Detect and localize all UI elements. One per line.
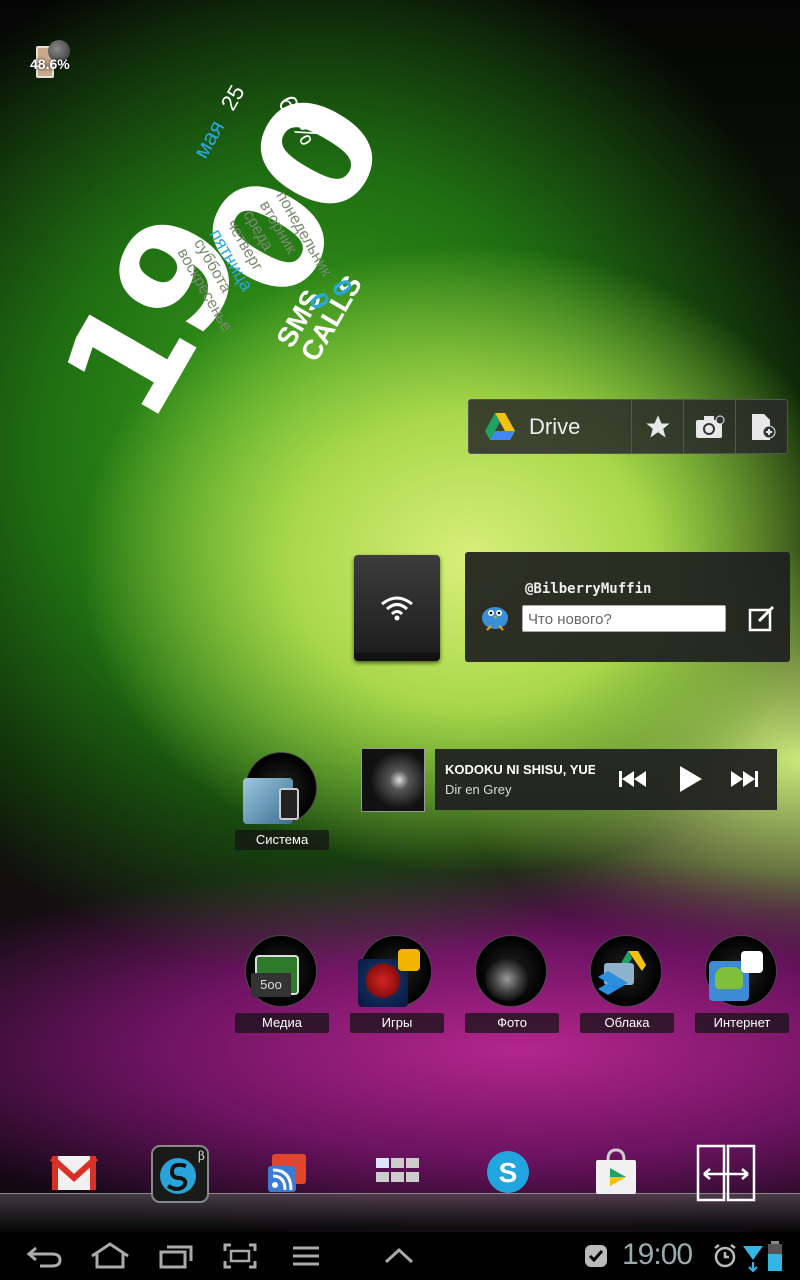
- drive-starred-button[interactable]: [631, 400, 683, 453]
- recent-apps-icon[interactable]: [158, 1242, 194, 1270]
- svg-text:S: S: [499, 1157, 518, 1188]
- camera-plus-icon: [695, 415, 724, 438]
- press-reader-icon[interactable]: [266, 1148, 314, 1196]
- drive-widget[interactable]: Drive: [468, 399, 788, 454]
- folder-label: Облака: [580, 1013, 674, 1033]
- twitter-widget[interactable]: @BilberryMuffin Что нового?: [465, 552, 790, 662]
- app-drawer-icon[interactable]: [374, 1148, 422, 1196]
- drive-title: Drive: [529, 413, 581, 439]
- screenshot-icon[interactable]: [222, 1242, 258, 1270]
- home-icon[interactable]: [88, 1242, 132, 1270]
- drive-logo-icon: [485, 412, 515, 440]
- star-icon: [645, 414, 670, 437]
- android-icon: [715, 967, 743, 989]
- alarm-icon: [714, 1244, 736, 1268]
- wifi-toggle-widget[interactable]: [354, 555, 440, 661]
- afterfocus-icon: [485, 957, 529, 1001]
- compose-icon[interactable]: [747, 604, 777, 634]
- drive-new-doc-button[interactable]: [735, 400, 787, 453]
- status-clock: 19:00: [622, 1238, 693, 1271]
- resize-toggle-icon[interactable]: [696, 1144, 756, 1202]
- wifi-status-bar: [354, 653, 440, 661]
- folder-label: Система: [235, 830, 329, 850]
- 500px-icon: 5oo: [251, 973, 291, 997]
- dropbox-drive-icon: [598, 951, 646, 995]
- talk-app-icon: [741, 951, 763, 973]
- navigation-bar: 19:00: [0, 1232, 800, 1280]
- song-title: KODOKU NI SHISU, YUE NI: [445, 762, 595, 777]
- album-art[interactable]: [361, 748, 425, 812]
- menu-icon[interactable]: [290, 1242, 322, 1270]
- new-document-icon: [751, 413, 775, 440]
- battery-app-icon: [279, 788, 299, 820]
- folder-label: Интернет: [695, 1013, 789, 1033]
- twitter-handle: @BilberryMuffin: [525, 581, 652, 597]
- clock-widget[interactable]: 19 00 мая 25 69% понедельник вторник сре…: [30, 70, 417, 447]
- play-icon[interactable]: [675, 764, 705, 794]
- svg-text:β: β: [198, 1149, 205, 1163]
- chevron-up-icon[interactable]: [382, 1242, 416, 1270]
- artist-name: Dir en Grey: [445, 782, 512, 797]
- drive-camera-button[interactable]: [683, 400, 735, 453]
- swype-beta-icon[interactable]: β: [150, 1144, 212, 1204]
- tweet-input[interactable]: Что нового?: [522, 605, 726, 632]
- dock-shelf: [0, 1193, 800, 1230]
- folder-label: Медиа: [235, 1013, 329, 1033]
- skype-icon[interactable]: S: [484, 1148, 532, 1196]
- twitter-bird-icon: [482, 607, 508, 631]
- music-widget[interactable]: KODOKU NI SHISU, YUE NI Dir en Grey: [435, 749, 777, 810]
- game-app-icon: [398, 949, 420, 971]
- notification-icon[interactable]: [584, 1244, 610, 1268]
- folder-label: Игры: [350, 1013, 444, 1033]
- back-icon[interactable]: [26, 1242, 64, 1270]
- folder-label: Фото: [465, 1013, 559, 1033]
- gmail-icon[interactable]: [50, 1148, 98, 1196]
- play-store-icon[interactable]: [592, 1148, 640, 1196]
- next-track-icon[interactable]: [728, 764, 760, 794]
- battery-icon: [768, 1241, 782, 1271]
- wifi-icon: [381, 596, 413, 621]
- wifi-signal-icon: [743, 1246, 763, 1272]
- previous-track-icon[interactable]: [617, 764, 649, 794]
